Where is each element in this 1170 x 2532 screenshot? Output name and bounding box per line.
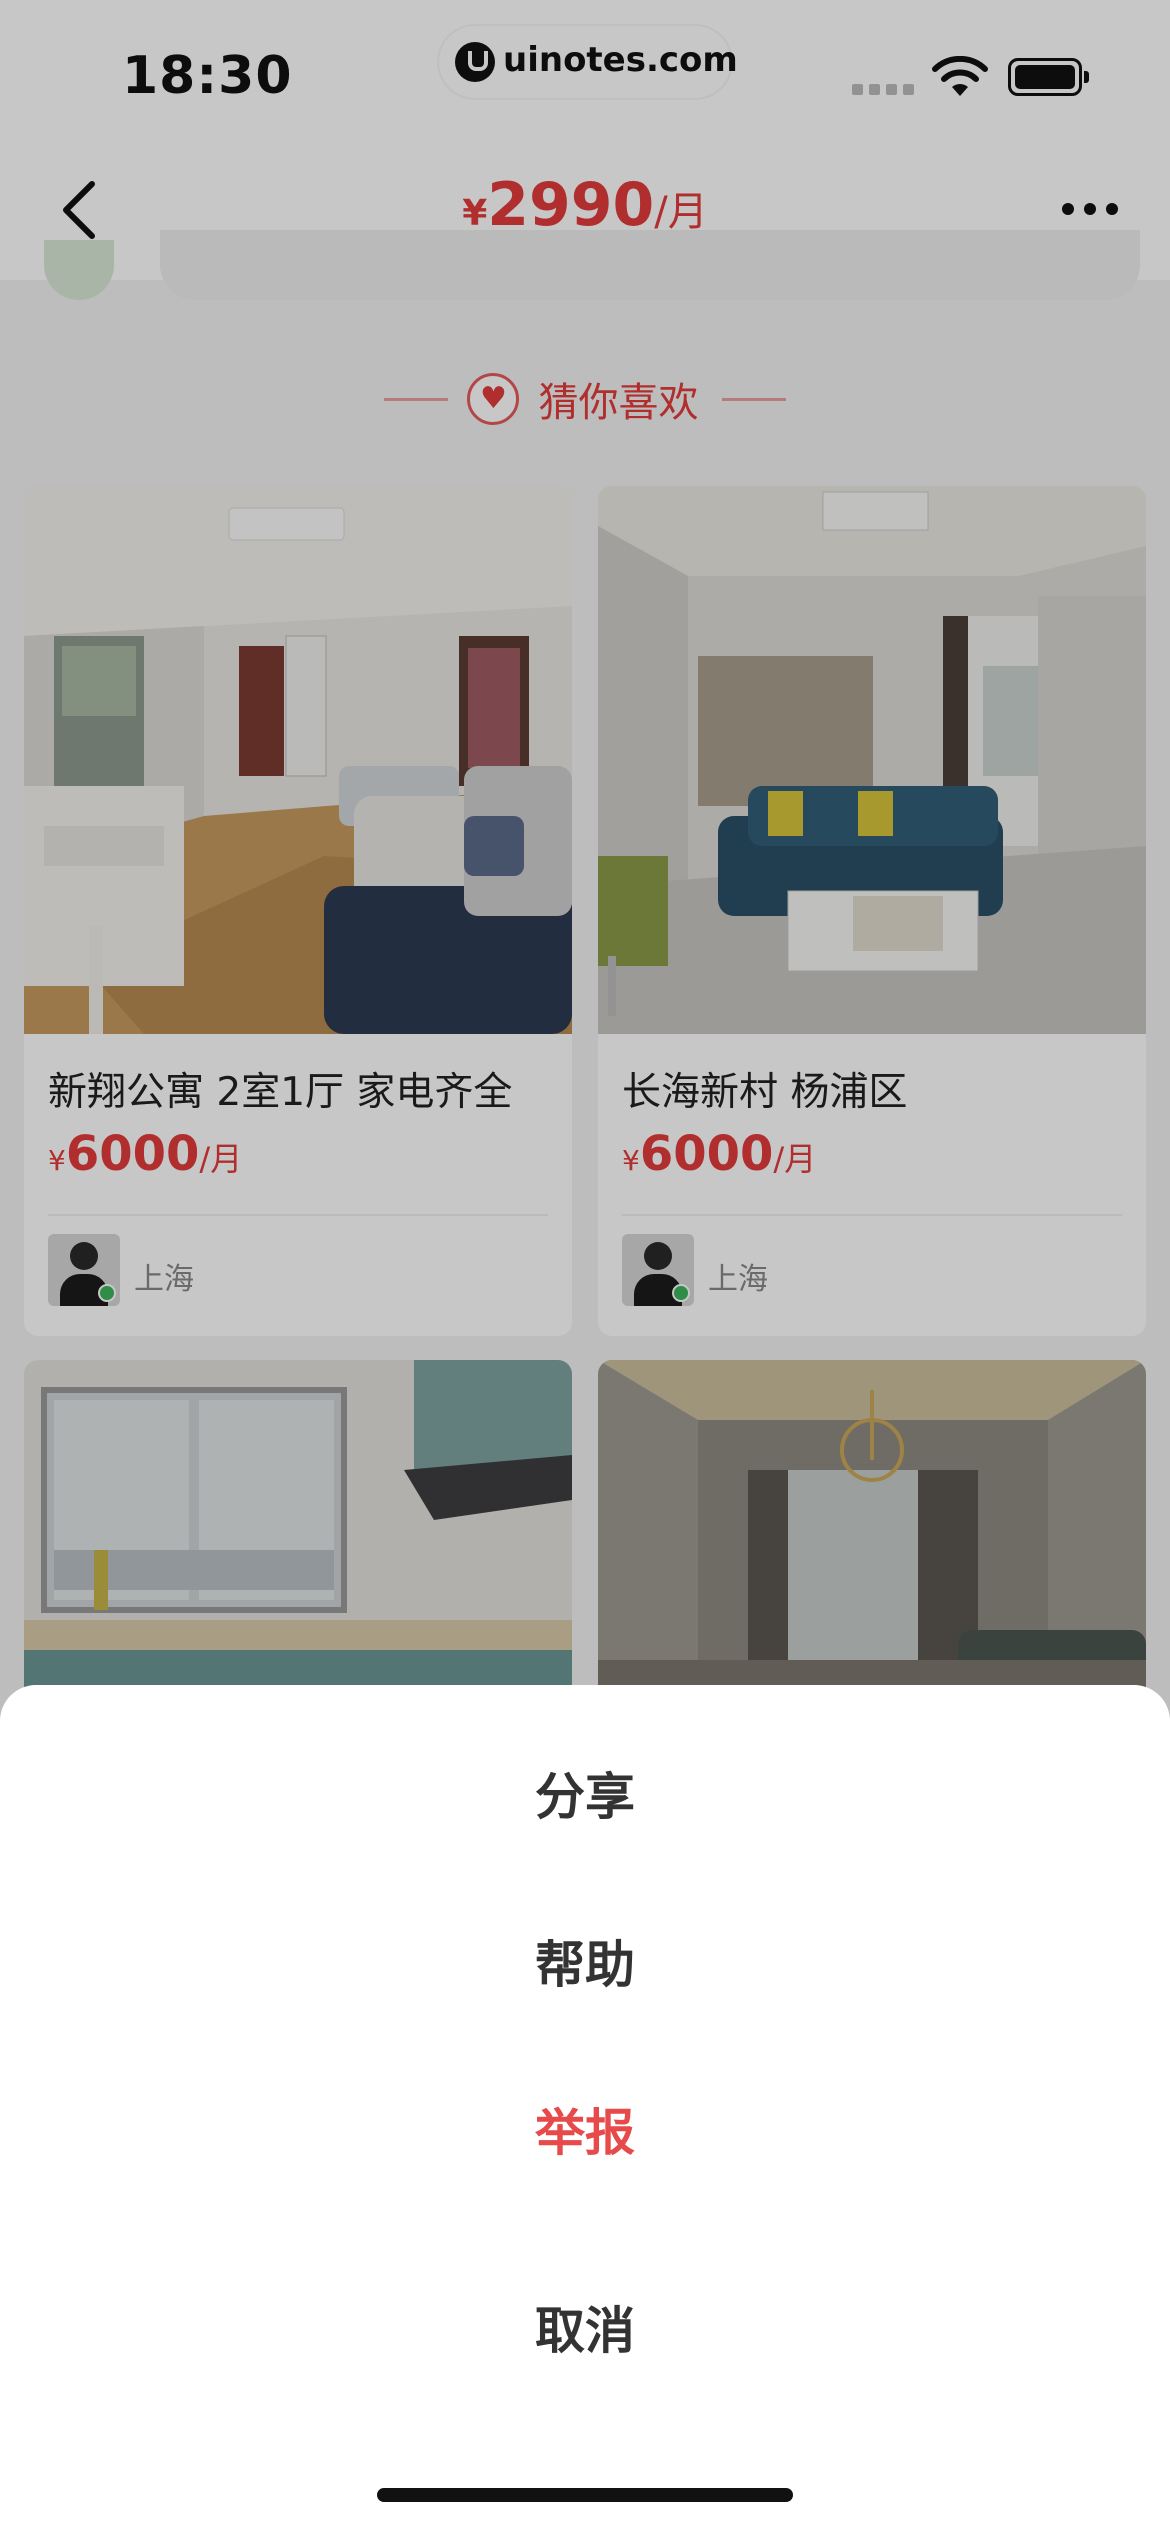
help-option[interactable]: 帮助 [0, 1925, 1170, 1997]
action-sheet: 分享 帮助 举报 取消 [0, 1685, 1170, 2532]
report-option[interactable]: 举报 [0, 2093, 1170, 2165]
cancel-option[interactable]: 取消 [0, 2291, 1170, 2363]
listing-detail-page: 18:30 uinotes.com ¥2990/月 猜你喜欢 [0, 0, 1170, 2532]
home-indicator [377, 2488, 793, 2502]
share-option[interactable]: 分享 [0, 1757, 1170, 1829]
